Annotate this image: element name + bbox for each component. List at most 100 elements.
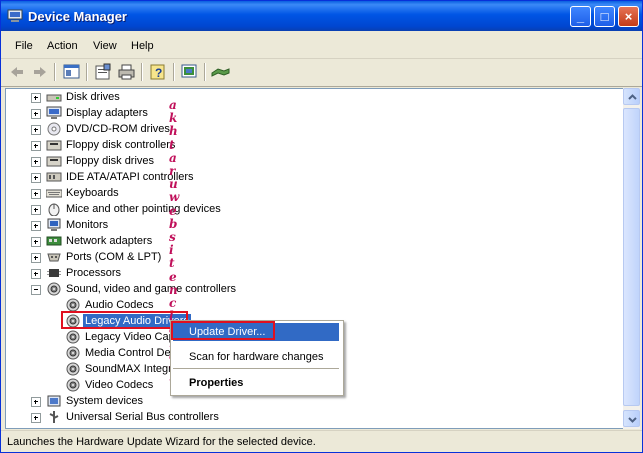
- menu-file[interactable]: File: [15, 40, 33, 52]
- expand-icon[interactable]: [31, 413, 41, 423]
- context-scan-hardware[interactable]: Scan for hardware changes: [173, 348, 339, 366]
- tree-item-label[interactable]: Video Codecs: [85, 378, 153, 392]
- watermark-letter: u: [169, 177, 178, 192]
- expand-icon[interactable]: [31, 157, 41, 167]
- forward-icon: [34, 67, 46, 77]
- expand-icon[interactable]: [31, 173, 41, 183]
- tree-row[interactable]: Network adapters: [6, 233, 566, 249]
- expand-icon[interactable]: [31, 189, 41, 199]
- close-button[interactable]: ×: [618, 6, 639, 27]
- help-icon: ?: [150, 64, 165, 80]
- expander-bar: [35, 224, 36, 228]
- tree-row[interactable]: Floppy disk drives: [6, 153, 566, 169]
- console-tree-icon: [63, 64, 80, 79]
- collapse-icon[interactable]: [31, 285, 41, 295]
- tree-item-label[interactable]: Floppy disk drives: [66, 154, 154, 168]
- watermark-letter: n: [169, 282, 178, 297]
- status-text: Launches the Hardware Update Wizard for …: [7, 436, 316, 448]
- tree-row[interactable]: DVD/CD-ROM drives: [6, 121, 566, 137]
- print-button[interactable]: [116, 62, 137, 82]
- minimize-icon: _: [576, 9, 585, 24]
- watermark-letter: a: [169, 150, 177, 165]
- system-device-icon: [46, 394, 62, 408]
- tree-row[interactable]: Disk drives: [6, 89, 566, 105]
- tree-item-label[interactable]: Universal Serial Bus controllers: [66, 410, 219, 424]
- console-tree-button[interactable]: [61, 62, 82, 82]
- properties-button[interactable]: [93, 62, 114, 82]
- tree-item-label[interactable]: Processors: [66, 266, 121, 280]
- scroll-down-button[interactable]: [623, 410, 640, 427]
- expander-bar: [35, 96, 36, 100]
- sound-icon: [46, 282, 62, 296]
- network-adapter-icon: [46, 234, 62, 248]
- tree-row[interactable]: Display adapters: [6, 105, 566, 121]
- tree-item-label[interactable]: Monitors: [66, 218, 108, 232]
- floppy-controller-icon: [46, 138, 62, 152]
- expander-bar: [34, 289, 38, 290]
- watermark-letter: i: [169, 243, 174, 258]
- tree-row[interactable]: IDE ATA/ATAPI controllers: [6, 169, 566, 185]
- keyboard-icon: [45, 186, 63, 200]
- tree-row[interactable]: Keyboards: [6, 185, 566, 201]
- tree-row[interactable]: Sound, video and game controllers: [6, 281, 566, 297]
- watermark-letter: k: [169, 111, 178, 126]
- title-bar[interactable]: Device Manager _ □ ×: [1, 1, 642, 31]
- disk-drive-icon: [46, 90, 62, 104]
- forward-button[interactable]: [29, 62, 50, 82]
- tree-item-label[interactable]: Audio Codecs: [85, 298, 154, 312]
- update-driver-button[interactable]: [210, 62, 231, 82]
- menu-view[interactable]: View: [93, 40, 117, 52]
- scan-icon: [181, 64, 197, 78]
- expand-icon[interactable]: [31, 125, 41, 135]
- properties-icon: [95, 63, 111, 80]
- tree-row[interactable]: Processors: [6, 265, 566, 281]
- expand-icon[interactable]: [31, 221, 41, 231]
- expander-bar: [35, 192, 36, 196]
- close-icon: ×: [624, 9, 633, 24]
- expand-icon[interactable]: [31, 141, 41, 151]
- expand-icon[interactable]: [31, 109, 41, 119]
- toolbar-separator: [141, 63, 143, 81]
- tree-item-label[interactable]: Disk drives: [66, 90, 120, 104]
- tree-row[interactable]: Universal Serial Bus controllers: [6, 409, 566, 425]
- tree-row[interactable]: Floppy disk controllers: [6, 137, 566, 153]
- tree-row[interactable]: Ports (COM & LPT): [6, 249, 566, 265]
- tree-item-label[interactable]: Display adapters: [66, 106, 148, 120]
- tree-item-label[interactable]: Floppy disk controllers: [66, 138, 175, 152]
- toolbar-separator: [86, 63, 88, 81]
- svg-text:?: ?: [155, 66, 162, 80]
- highlight-box-selected-device: [61, 311, 188, 329]
- expand-icon[interactable]: [31, 253, 41, 263]
- expand-icon[interactable]: [31, 205, 41, 215]
- expander-bar: [35, 208, 36, 212]
- scroll-thumb[interactable]: [623, 108, 640, 406]
- tree-item-label[interactable]: Mice and other pointing devices: [66, 202, 221, 216]
- menu-action[interactable]: Action: [47, 40, 78, 52]
- expander-bar: [35, 240, 36, 244]
- expand-icon[interactable]: [31, 237, 41, 247]
- vertical-scrollbar[interactable]: [623, 88, 640, 429]
- expand-icon[interactable]: [31, 93, 41, 103]
- minimize-button[interactable]: _: [570, 6, 591, 27]
- tree-item-label[interactable]: Keyboards: [66, 186, 119, 200]
- context-properties[interactable]: Properties: [173, 374, 339, 392]
- tree-item-label[interactable]: Network adapters: [66, 234, 152, 248]
- tree-row[interactable]: Mice and other pointing devices: [6, 201, 566, 217]
- expander-bar: [35, 176, 36, 180]
- menu-help[interactable]: Help: [131, 40, 154, 52]
- scroll-up-button[interactable]: [623, 88, 640, 105]
- maximize-button[interactable]: □: [594, 6, 615, 27]
- tree-item-label[interactable]: Sound, video and game controllers: [66, 282, 236, 296]
- scan-button[interactable]: [179, 62, 200, 82]
- speaker-icon: [65, 330, 81, 344]
- context-properties-label: Properties: [189, 377, 244, 389]
- tree-item-label[interactable]: Ports (COM & LPT): [66, 250, 161, 264]
- expand-icon[interactable]: [31, 397, 41, 407]
- speaker-icon: [65, 346, 81, 360]
- expand-icon[interactable]: [31, 269, 41, 279]
- back-button[interactable]: [7, 62, 28, 82]
- tree-item-label[interactable]: DVD/CD-ROM drives: [66, 122, 170, 136]
- tree-row[interactable]: Monitors: [6, 217, 566, 233]
- help-button[interactable]: ?: [148, 62, 169, 82]
- tree-item-label[interactable]: System devices: [66, 394, 143, 408]
